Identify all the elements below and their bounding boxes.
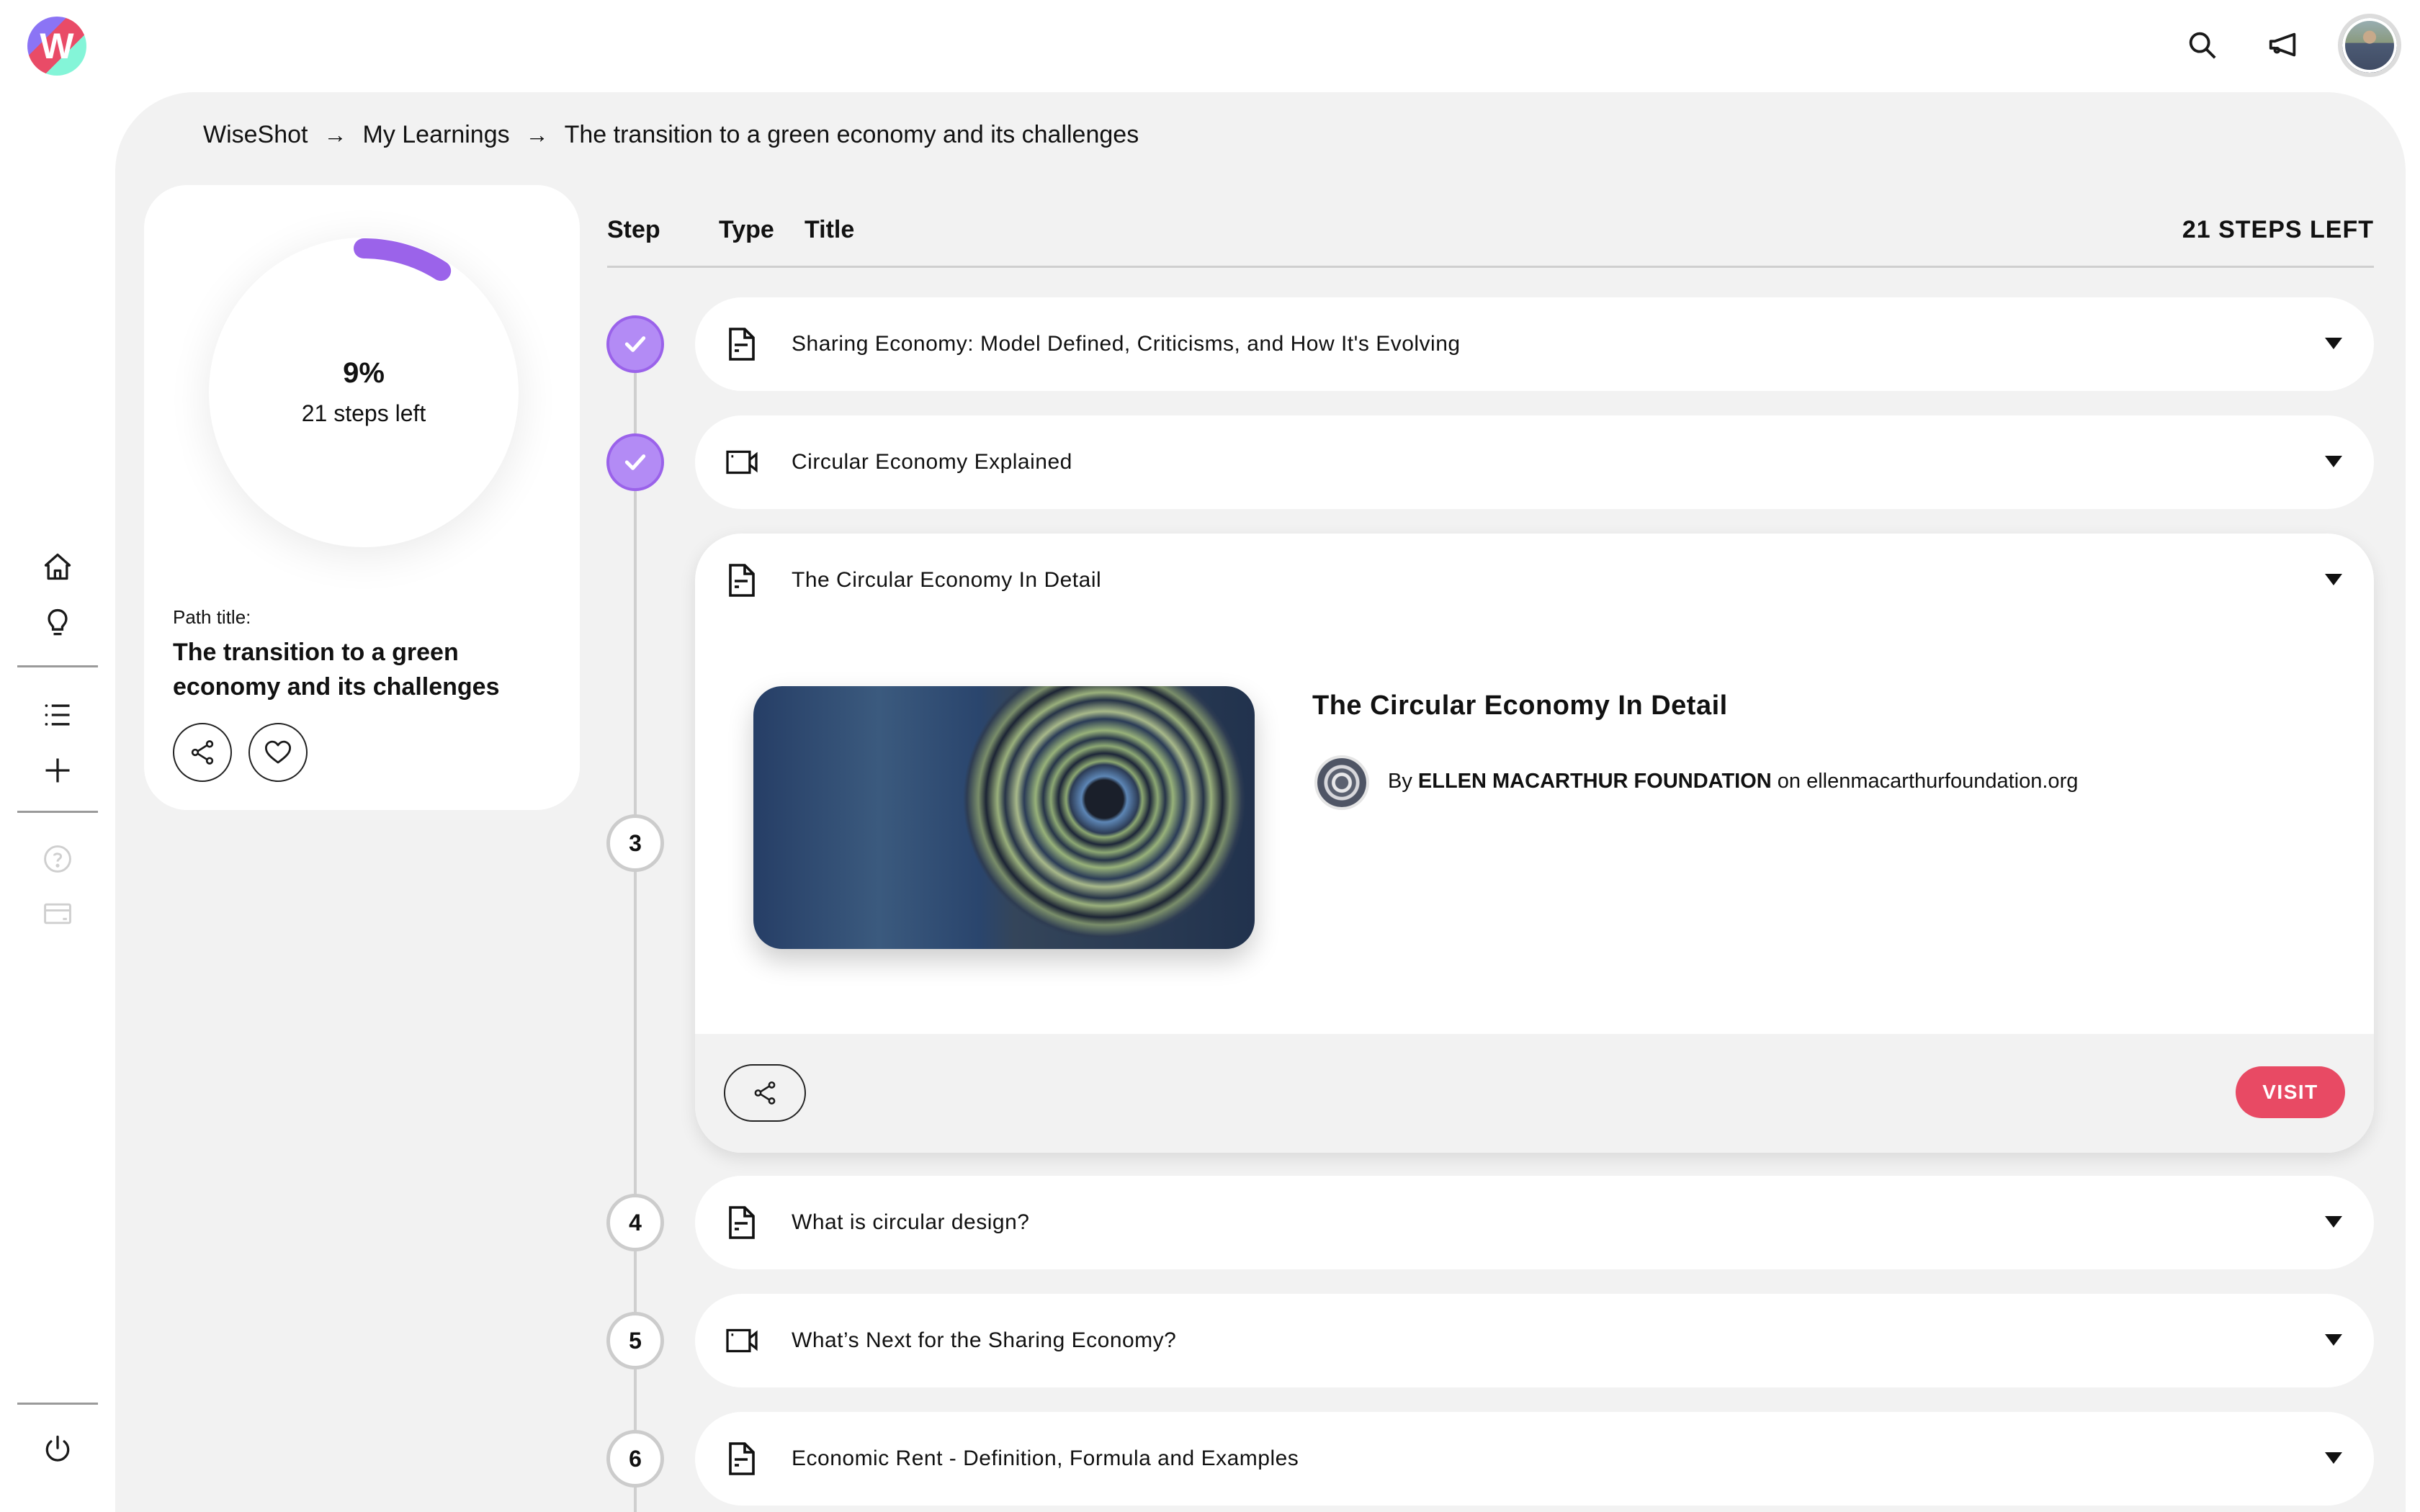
share-path-button[interactable]	[173, 723, 232, 782]
video-icon	[724, 1320, 760, 1361]
step-marker-completed	[606, 433, 664, 491]
app-logo[interactable]: W	[27, 17, 86, 76]
article-icon	[724, 560, 760, 600]
search-icon	[2189, 32, 2216, 59]
step-row[interactable]: Sharing Economy: Model Defined, Criticis…	[695, 297, 2374, 391]
chevron-down-icon[interactable]	[2325, 574, 2342, 585]
resource-actions: VISIT	[695, 1034, 2374, 1153]
step-title: The Circular Economy In Detail	[792, 568, 1102, 592]
on-prefix: on	[1777, 770, 1801, 793]
breadcrumb-item-home[interactable]: WiseShot	[203, 121, 308, 149]
announcements-button[interactable]	[2258, 20, 2308, 71]
resource-title: The Circular Economy In Detail	[1312, 690, 1728, 721]
breadcrumb-item-current: The transition to a green economy and it…	[564, 121, 1139, 148]
step-row[interactable]: Economic Rent - Definition, Formula and …	[695, 1412, 2374, 1506]
chevron-down-icon[interactable]	[2325, 1334, 2342, 1346]
sidebar-item-list[interactable]	[32, 690, 83, 740]
article-icon	[724, 1202, 760, 1243]
breadcrumb-separator: →	[525, 122, 549, 148]
by-prefix: By	[1388, 770, 1412, 793]
step-marker: 3	[606, 814, 664, 872]
resource-thumbnail[interactable]	[753, 686, 1255, 949]
step-title: Circular Economy Explained	[792, 450, 1072, 474]
megaphone-icon	[2269, 32, 2296, 57]
progress-steps-left: 21 steps left	[301, 400, 426, 426]
resource-author: ELLEN MACARTHUR FOUNDATION	[1417, 770, 1772, 793]
help-icon	[44, 845, 71, 873]
favorite-path-button[interactable]	[248, 723, 308, 782]
list-icon	[45, 704, 70, 726]
steps-left-count: 21 STEPS LEFT	[2182, 216, 2374, 243]
progress-ring	[354, 238, 452, 282]
resource-source: By ELLEN MACARTHUR FOUNDATION on ellenma…	[1388, 770, 2078, 793]
sidebar-item-billing[interactable]	[32, 888, 83, 939]
path-title: The transition to a green economy and it…	[173, 639, 500, 701]
lightbulb-icon	[48, 608, 68, 636]
breadcrumb: WiseShot → My Learnings → The transition…	[203, 121, 1139, 149]
path-title-label: Path title:	[173, 606, 251, 628]
credit-card-icon	[44, 903, 71, 924]
check-icon	[624, 454, 646, 470]
column-header-title: Title	[805, 216, 855, 243]
chevron-down-icon[interactable]	[2325, 456, 2342, 467]
step-title: Economic Rent - Definition, Formula and …	[792, 1446, 1299, 1470]
video-icon	[724, 442, 760, 482]
column-header-step: Step	[607, 216, 660, 243]
breadcrumb-item-my-learnings[interactable]: My Learnings	[363, 121, 510, 149]
search-button[interactable]	[2177, 20, 2228, 71]
step-title: What’s Next for the Sharing Economy?	[792, 1328, 1177, 1352]
sidebar-divider	[17, 665, 98, 667]
visit-button[interactable]: VISIT	[2236, 1066, 2345, 1118]
progress-percent: 9%	[343, 357, 385, 389]
sidebar-item-logout[interactable]	[32, 1424, 83, 1475]
step-title: Sharing Economy: Model Defined, Criticis…	[792, 332, 1461, 356]
chevron-down-icon[interactable]	[2325, 338, 2342, 349]
share-resource-button[interactable]	[724, 1064, 806, 1122]
step-marker: 4	[606, 1194, 664, 1251]
resource-domain: ellenmacarthurfoundation.org	[1806, 770, 2079, 793]
chevron-down-icon[interactable]	[2325, 1452, 2342, 1464]
progress-arc	[354, 238, 452, 282]
column-header-type: Type	[719, 216, 774, 243]
plus-icon	[45, 758, 70, 783]
power-icon	[45, 1435, 70, 1462]
step-row[interactable]: Circular Economy Explained	[695, 415, 2374, 509]
share-icon	[754, 1081, 776, 1104]
sidebar-item-add[interactable]	[32, 745, 83, 796]
article-icon	[724, 1439, 760, 1479]
step-row[interactable]: What’s Next for the Sharing Economy?	[695, 1294, 2374, 1387]
step-title: What is circular design?	[792, 1210, 1030, 1234]
sidebar-divider	[17, 1403, 98, 1405]
chevron-down-icon[interactable]	[2325, 1216, 2342, 1228]
sidebar-item-home[interactable]	[32, 541, 83, 592]
sidebar-divider	[17, 811, 98, 813]
step-row-expanded[interactable]: The Circular Economy In Detail The Circu…	[695, 534, 2374, 1153]
sidebar-item-help[interactable]	[32, 834, 83, 884]
step-row[interactable]: What is circular design?	[695, 1176, 2374, 1269]
source-logo	[1314, 755, 1369, 810]
check-icon	[624, 336, 646, 352]
user-avatar[interactable]	[2338, 14, 2401, 77]
sidebar-item-ideas[interactable]	[32, 598, 83, 648]
step-marker: 5	[606, 1312, 664, 1369]
breadcrumb-separator: →	[323, 122, 347, 148]
header-divider	[607, 266, 2374, 268]
step-marker: 6	[606, 1430, 664, 1488]
article-icon	[724, 324, 760, 364]
home-icon	[44, 553, 71, 580]
step-marker-completed	[606, 315, 664, 373]
share-icon	[191, 740, 214, 765]
heart-icon	[264, 740, 292, 764]
